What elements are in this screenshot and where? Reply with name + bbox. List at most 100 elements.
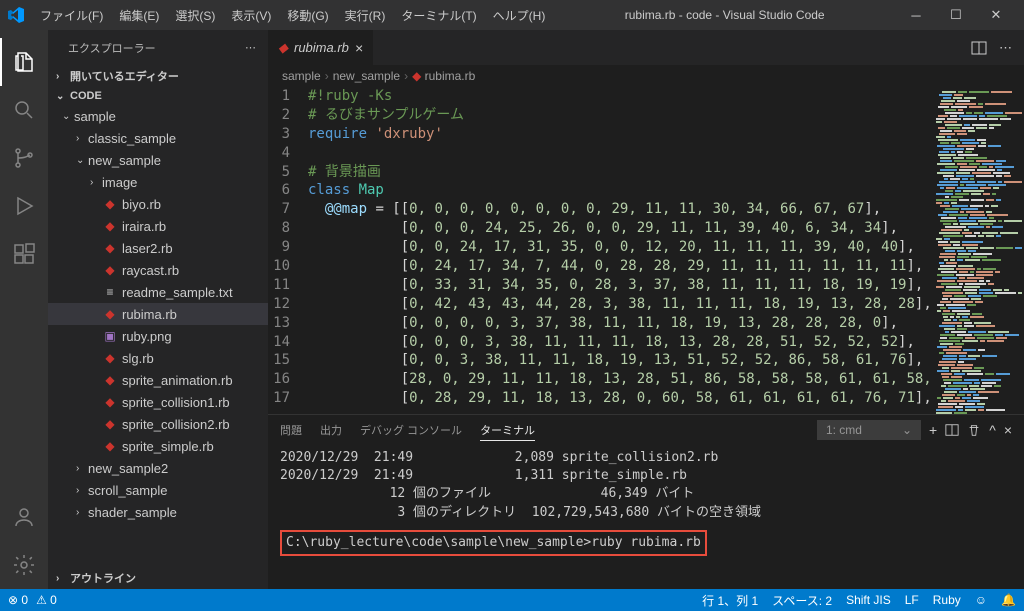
breadcrumb-item[interactable]: sample: [282, 69, 321, 83]
folder-item[interactable]: ⌄sample: [48, 105, 268, 127]
code-line: 15 [0, 0, 3, 38, 11, 11, 18, 19, 13, 51,…: [268, 351, 934, 370]
root-folder-section[interactable]: ⌄CODE: [48, 87, 268, 105]
line-number: 2: [268, 106, 308, 125]
tab-label: rubima.rb: [294, 40, 349, 55]
menu-item[interactable]: 選択(S): [167, 3, 223, 28]
terminal-select[interactable]: 1: cmd⌄: [817, 420, 921, 440]
panel-tab[interactable]: デバッグ コンソール: [360, 420, 462, 440]
tab-close-icon[interactable]: ×: [355, 40, 363, 56]
file-item[interactable]: ◆ slg.rb: [48, 347, 268, 369]
outline-section[interactable]: ›アウトライン: [48, 567, 268, 589]
file-item[interactable]: ◆biyo.rb: [48, 193, 268, 215]
line-number: 7: [268, 200, 308, 219]
file-item[interactable]: ◆iraira.rb: [48, 215, 268, 237]
editor-tabs: ◆ rubima.rb × ⋯: [268, 30, 1024, 65]
breadcrumb-item[interactable]: ◆ rubima.rb: [412, 69, 475, 83]
terminal-line: 3 個のディレクトリ 102,729,543,680 バイトの空き領域: [280, 504, 1012, 522]
menu-item[interactable]: 編集(E): [111, 3, 167, 28]
menu-item[interactable]: ヘルプ(H): [485, 3, 554, 28]
maximize-button[interactable]: ☐: [936, 0, 976, 30]
close-button[interactable]: ✕: [976, 0, 1016, 30]
line-number: 5: [268, 163, 308, 182]
panel-tab[interactable]: 問題: [280, 420, 302, 440]
minimap[interactable]: [934, 87, 1024, 414]
code-line: 7 @@map = [[0, 0, 0, 0, 0, 0, 0, 0, 29, …: [268, 200, 934, 219]
code-editor[interactable]: 1#!ruby -Ks2# るびまサンプルゲーム3require 'dxruby…: [268, 87, 934, 414]
file-item[interactable]: ◆laser2.rb: [48, 237, 268, 259]
panel-tab[interactable]: ターミナル: [480, 420, 535, 441]
editor-more-icon[interactable]: ⋯: [999, 40, 1012, 56]
kill-terminal-icon[interactable]: [967, 423, 981, 437]
status-errors[interactable]: ⊗ 0: [8, 593, 28, 607]
menu-item[interactable]: 実行(R): [337, 3, 394, 28]
menu-item[interactable]: 表示(V): [223, 3, 279, 28]
account-icon[interactable]: [0, 493, 48, 541]
status-cursor-position[interactable]: 行 1、列 1: [702, 592, 758, 609]
explorer-icon[interactable]: [0, 38, 48, 86]
maximize-panel-icon[interactable]: ^: [989, 422, 996, 438]
close-panel-icon[interactable]: ×: [1004, 422, 1012, 438]
ruby-file-icon: ◆: [102, 417, 118, 431]
code-line: 9 [0, 0, 24, 17, 31, 35, 0, 0, 12, 20, 1…: [268, 238, 934, 257]
code-line: 10 [0, 24, 17, 34, 7, 44, 0, 28, 28, 29,…: [268, 257, 934, 276]
menu-item[interactable]: ファイル(F): [32, 3, 111, 28]
tree-item-label: image: [102, 175, 137, 190]
activity-bar: [0, 30, 48, 589]
status-language[interactable]: Ruby: [933, 593, 961, 607]
folder-item[interactable]: ›scroll_sample: [48, 479, 268, 501]
split-terminal-icon[interactable]: [945, 423, 959, 437]
breadcrumbs[interactable]: sample›new_sample›◆ rubima.rb: [268, 65, 1024, 87]
open-editors-section[interactable]: ›開いているエディター: [48, 65, 268, 87]
line-number: 15: [268, 351, 308, 370]
file-item[interactable]: ▣ruby.png: [48, 325, 268, 347]
status-warnings[interactable]: ⚠ 0: [36, 593, 57, 607]
status-encoding[interactable]: Shift JIS: [846, 593, 891, 607]
file-item[interactable]: ◆rubima.rb: [48, 303, 268, 325]
menu-item[interactable]: ターミナル(T): [393, 3, 484, 28]
file-item[interactable]: ◆sprite_collision2.rb: [48, 413, 268, 435]
breadcrumb-item[interactable]: new_sample: [333, 69, 400, 83]
new-terminal-icon[interactable]: +: [929, 422, 937, 438]
tree-item-label: slg.rb: [122, 351, 154, 366]
terminal-body[interactable]: 2020/12/29 21:49 2,089 sprite_collision2…: [268, 445, 1024, 589]
run-debug-icon[interactable]: [0, 182, 48, 230]
code-line: 1#!ruby -Ks: [268, 87, 934, 106]
folder-item[interactable]: ›shader_sample: [48, 501, 268, 523]
status-eol[interactable]: LF: [905, 593, 919, 607]
status-feedback-icon[interactable]: ☺: [975, 593, 987, 607]
minimize-button[interactable]: ─: [896, 0, 936, 30]
search-icon[interactable]: [0, 86, 48, 134]
ruby-file-icon: ◆: [102, 351, 118, 365]
folder-item[interactable]: ›new_sample2: [48, 457, 268, 479]
editor-area: ◆ rubima.rb × ⋯ sample›new_sample›◆ rubi…: [268, 30, 1024, 589]
source-control-icon[interactable]: [0, 134, 48, 182]
tree-item-label: scroll_sample: [88, 483, 167, 498]
chevron-icon: ›: [76, 463, 88, 474]
settings-gear-icon[interactable]: [0, 541, 48, 589]
code-line: 6class Map: [268, 181, 934, 200]
file-item[interactable]: ◆sprite_collision1.rb: [48, 391, 268, 413]
chevron-down-icon: ⌄: [902, 423, 912, 437]
status-indentation[interactable]: スペース: 2: [772, 592, 832, 609]
chevron-icon: ⌄: [76, 155, 88, 166]
vscode-logo-icon: [8, 7, 24, 23]
file-item[interactable]: ◆sprite_simple.rb: [48, 435, 268, 457]
folder-item[interactable]: ›image: [48, 171, 268, 193]
file-item[interactable]: ◆raycast.rb: [48, 259, 268, 281]
folder-item[interactable]: ⌄new_sample: [48, 149, 268, 171]
file-item[interactable]: ≡readme_sample.txt: [48, 281, 268, 303]
tree-item-label: sample: [74, 109, 116, 124]
window-controls: ─ ☐ ✕: [896, 0, 1016, 30]
split-editor-icon[interactable]: [971, 40, 987, 56]
panel-tab[interactable]: 出力: [320, 420, 342, 440]
folder-item[interactable]: ›classic_sample: [48, 127, 268, 149]
explorer-more-icon[interactable]: ⋯: [245, 41, 256, 54]
file-item[interactable]: ◆sprite_animation.rb: [48, 369, 268, 391]
tab-rubima[interactable]: ◆ rubima.rb ×: [268, 30, 373, 65]
status-notifications-icon[interactable]: 🔔: [1001, 593, 1016, 607]
extensions-icon[interactable]: [0, 230, 48, 278]
tree-item-label: new_sample2: [88, 461, 168, 476]
line-number: 13: [268, 314, 308, 333]
menu-item[interactable]: 移動(G): [279, 3, 336, 28]
chevron-icon: ›: [76, 507, 88, 518]
